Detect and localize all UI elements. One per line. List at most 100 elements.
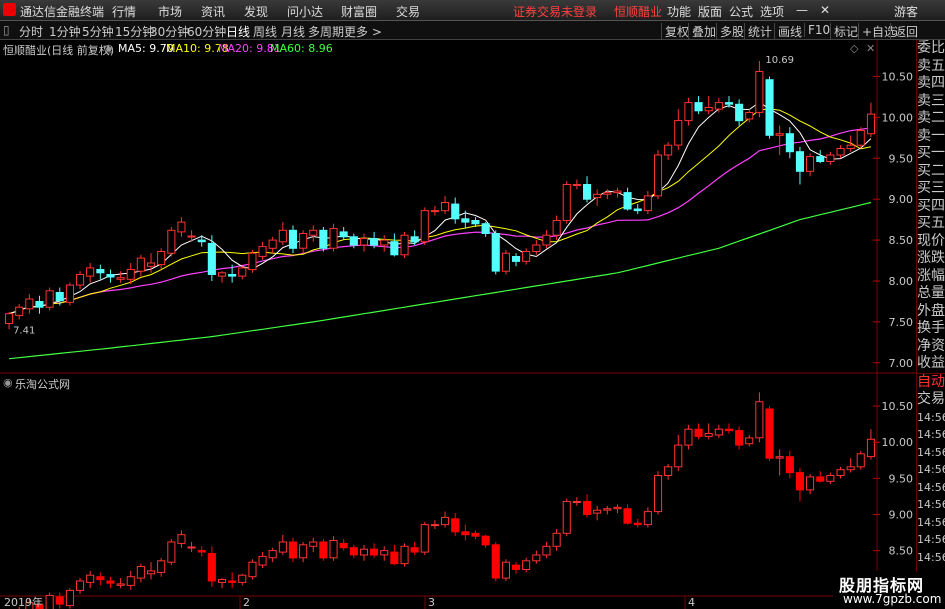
back-button[interactable]: 返回 <box>890 23 918 40</box>
main-candle-body-26 <box>268 239 277 249</box>
overlay-button[interactable]: 叠加 <box>688 23 716 40</box>
main-candle-body-47 <box>481 223 490 234</box>
main-candle-body-18 <box>187 235 196 238</box>
sub-tick-label-4: 8.50 <box>889 545 914 558</box>
menu-wealth[interactable]: 财富圈 <box>341 3 377 20</box>
sub-candle-body-44 <box>451 518 460 533</box>
panel-toggle-icon[interactable]: ▯ <box>3 23 10 37</box>
sub-chart-toggle-icon[interactable]: ◉ <box>3 376 13 389</box>
tab-intraday[interactable]: 分时 <box>19 23 43 40</box>
restore-right-button[interactable]: 复权 <box>661 23 689 40</box>
sub-candle-body-56 <box>572 501 581 503</box>
tab-monthly[interactable]: 月线 <box>281 23 305 40</box>
sub-candle-body-48 <box>491 544 500 579</box>
tab-daily[interactable]: 日线 <box>226 23 250 40</box>
sub-candle-body-41 <box>420 524 429 553</box>
menu-layout[interactable]: 版面 <box>698 3 722 20</box>
ma-lines <box>8 101 872 360</box>
main-candle-body-13 <box>136 257 145 272</box>
menu-ask[interactable]: 问小达 <box>287 3 323 20</box>
menu-options[interactable]: 选项 <box>760 3 784 20</box>
sidebar-trade[interactable]: 交易 <box>917 391 945 409</box>
sidebar-auto[interactable]: 自动 <box>917 372 945 392</box>
sub-candle-body-11 <box>116 583 125 586</box>
menu-formula[interactable]: 公式 <box>729 3 753 20</box>
sub-candle-body-58 <box>593 509 602 514</box>
tab-1min[interactable]: 1分钟 <box>49 23 81 40</box>
sub-candle-body-20 <box>207 553 216 582</box>
main-candle-body-32 <box>329 228 338 249</box>
sidebar-label-16: 换手 <box>917 320 945 336</box>
sub-candle-body-57 <box>583 501 592 515</box>
main-candle-body-82 <box>836 148 845 156</box>
main-candle-body-80 <box>816 156 825 163</box>
sidebar-label-4: 卖二 <box>917 110 945 126</box>
main-candle-body-14 <box>147 262 156 267</box>
sub-candle-body-83 <box>846 466 855 471</box>
tab-15min[interactable]: 15分钟 <box>115 23 154 40</box>
main-tick-label-5: 8.00 <box>889 275 914 288</box>
menu-trade[interactable]: 交易 <box>396 3 420 20</box>
main-candle-body-8 <box>86 267 95 277</box>
sub-candle-body-42 <box>430 524 439 527</box>
main-candle-body-65 <box>664 144 673 156</box>
sub-candle-body-12 <box>126 576 135 586</box>
sub-candle-body-4 <box>45 594 54 609</box>
tab-more[interactable]: 更多 > <box>344 23 382 40</box>
sub-tick-label-2: 9.50 <box>889 472 914 485</box>
menu-discover[interactable]: 发现 <box>244 3 268 20</box>
sidebar-label-8: 买三 <box>917 180 945 196</box>
close-icon[interactable]: ✕ <box>820 3 830 17</box>
menu-market[interactable]: 行情 <box>112 3 136 20</box>
main-candle-body-21 <box>218 272 227 277</box>
main-candle-body-79 <box>806 156 815 172</box>
tab-weekly[interactable]: 周线 <box>253 23 277 40</box>
tab-60min[interactable]: 60分钟 <box>187 23 226 40</box>
sub-candle-body-14 <box>147 570 156 575</box>
main-candle-body-30 <box>309 229 318 236</box>
sub-candle-body-6 <box>65 589 75 607</box>
sub-candle-body-34 <box>349 547 358 556</box>
sidebar-time-0: 14:56 <box>917 410 945 424</box>
sub-candle-body-46 <box>471 532 480 537</box>
main-candle-body-7 <box>76 274 85 286</box>
main-candle-body-23 <box>238 267 247 277</box>
main-candle-body-4 <box>45 290 54 308</box>
sub-candle-body-35 <box>359 548 368 556</box>
sub-candle-body-72 <box>735 430 744 446</box>
multi-stock-button[interactable]: 多股 <box>716 23 744 40</box>
panel-close-icon[interactable]: ✕ <box>866 42 875 55</box>
menu-function[interactable]: 功能 <box>667 3 691 20</box>
draw-button[interactable]: 画线 <box>774 23 802 40</box>
chart-settings-icon[interactable]: ◉ <box>104 42 114 55</box>
sub-candle-body-64 <box>654 475 663 513</box>
tab-30min[interactable]: 30分钟 <box>150 23 189 40</box>
tab-5min[interactable]: 5分钟 <box>82 23 114 40</box>
main-candle-body-17 <box>177 221 186 233</box>
chart-grid <box>0 40 916 609</box>
stats-button[interactable]: 统计 <box>744 23 772 40</box>
main-tick-label-6: 7.50 <box>889 316 914 329</box>
guest-label[interactable]: 游客 <box>894 3 918 20</box>
sub-candle-body-55 <box>562 501 571 534</box>
sidebar-label-6: 买一 <box>917 145 945 161</box>
main-candle-body-51 <box>522 251 531 262</box>
login-warning[interactable]: 证券交易未登录 <box>513 3 597 20</box>
tab-multi-period[interactable]: 多周期 <box>308 23 344 40</box>
main-candle-body-76 <box>775 133 784 136</box>
menu-news[interactable]: 资讯 <box>201 3 225 20</box>
menu-markets[interactable]: 市场 <box>158 3 182 20</box>
sub-candle-body-30 <box>309 541 318 547</box>
minimize-icon[interactable]: — <box>796 3 808 17</box>
main-candle-body-74 <box>755 71 764 113</box>
main-candle-body-34 <box>349 236 358 246</box>
main-candle-body-0 <box>5 313 14 325</box>
sub-candle-body-23 <box>238 574 247 583</box>
sub-candle-body-52 <box>532 554 541 562</box>
main-candle-body-56 <box>572 184 581 186</box>
mark-button[interactable]: 标记 <box>830 23 858 40</box>
expand-icon[interactable]: ◇ <box>850 42 858 55</box>
main-candle-body-1 <box>15 306 24 316</box>
main-candle-body-68 <box>694 102 703 112</box>
f10-button[interactable]: F10 <box>804 23 830 37</box>
